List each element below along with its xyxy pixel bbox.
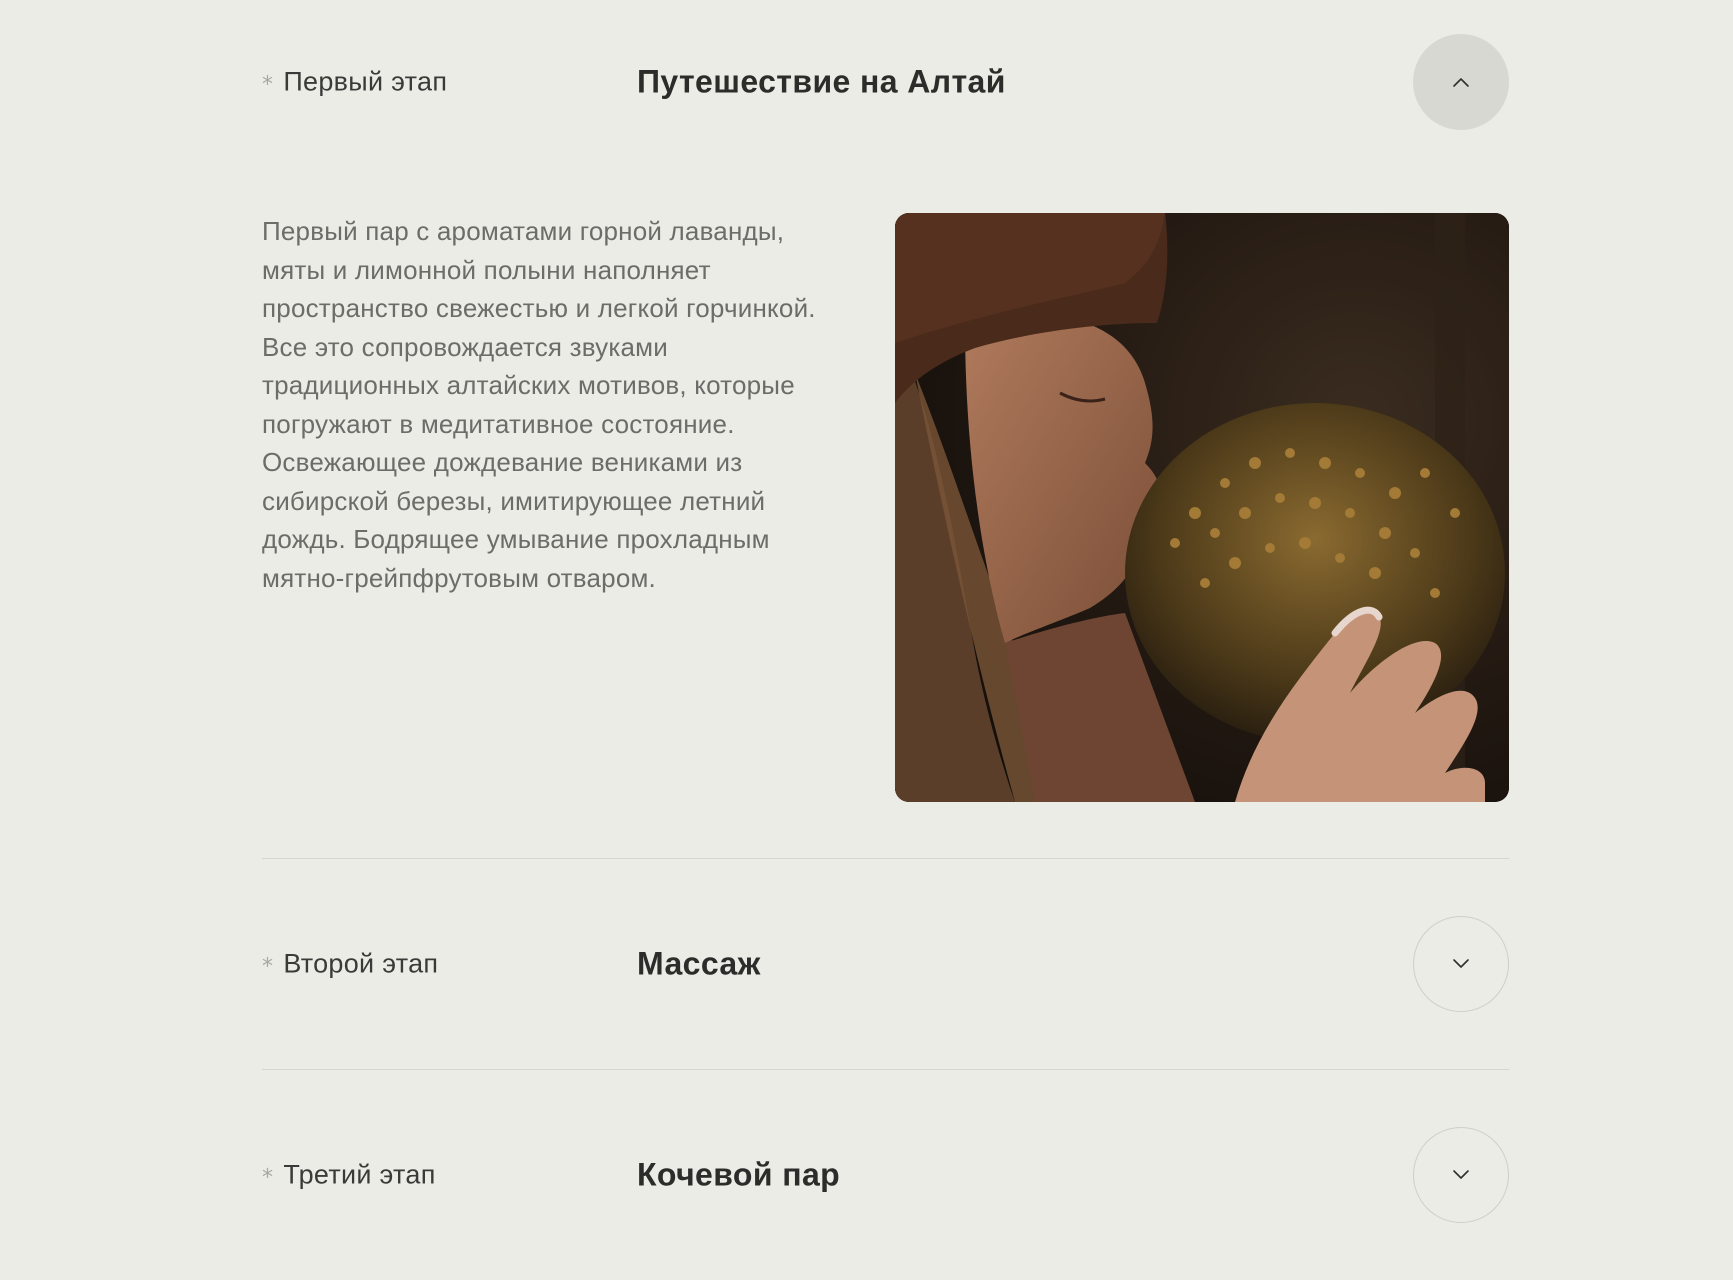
stage-photo: [895, 213, 1509, 802]
collapse-button[interactable]: [1413, 34, 1509, 130]
stage-title: Массаж: [637, 945, 761, 982]
stage-item-2: * Второй этап Массаж: [262, 859, 1509, 1070]
stage-label: * Второй этап: [262, 949, 438, 980]
stage-label: * Первый этап: [262, 67, 447, 98]
chevron-down-icon: [1453, 959, 1469, 968]
description-paragraph: Освежающее дождевание вениками из сибирс…: [262, 447, 770, 593]
asterisk-icon: *: [262, 954, 274, 980]
asterisk-icon: *: [262, 72, 274, 98]
stage-label: * Третий этап: [262, 1160, 436, 1191]
stage-title: Путешествие на Алтай: [637, 63, 1006, 100]
stage-label-text: Второй этап: [283, 948, 439, 979]
stage-label-text: Первый этап: [283, 66, 448, 97]
stage-label-text: Третий этап: [283, 1159, 436, 1190]
stage-item-3: * Третий этап Кочевой пар: [262, 1070, 1509, 1280]
stage-header-1[interactable]: * Первый этап Путешествие на Алтай: [262, 0, 1509, 164]
expand-button[interactable]: [1413, 916, 1509, 1012]
stage-title: Кочевой пар: [637, 1156, 841, 1193]
woman-with-herbs-photo: [895, 213, 1509, 802]
stage-description: Первый пар с ароматами горной лаванды, м…: [262, 212, 822, 597]
stage-item-1: * Первый этап Путешествие на Алтай Первы…: [262, 0, 1509, 859]
stage-header-3[interactable]: * Третий этап Кочевой пар: [262, 1070, 1509, 1280]
expand-button[interactable]: [1413, 1127, 1509, 1223]
stages-accordion: * Первый этап Путешествие на Алтай Первы…: [262, 0, 1509, 1280]
asterisk-icon: *: [262, 1165, 274, 1191]
chevron-down-icon: [1453, 1170, 1469, 1179]
stage-header-2[interactable]: * Второй этап Массаж: [262, 859, 1509, 1069]
stage-content-1: Первый пар с ароматами горной лаванды, м…: [262, 164, 1509, 858]
description-paragraph: Первый пар с ароматами горной лаванды, м…: [262, 216, 816, 323]
chevron-up-icon: [1453, 78, 1469, 87]
description-paragraph: Все это сопровождается звуками традицион…: [262, 331, 795, 439]
